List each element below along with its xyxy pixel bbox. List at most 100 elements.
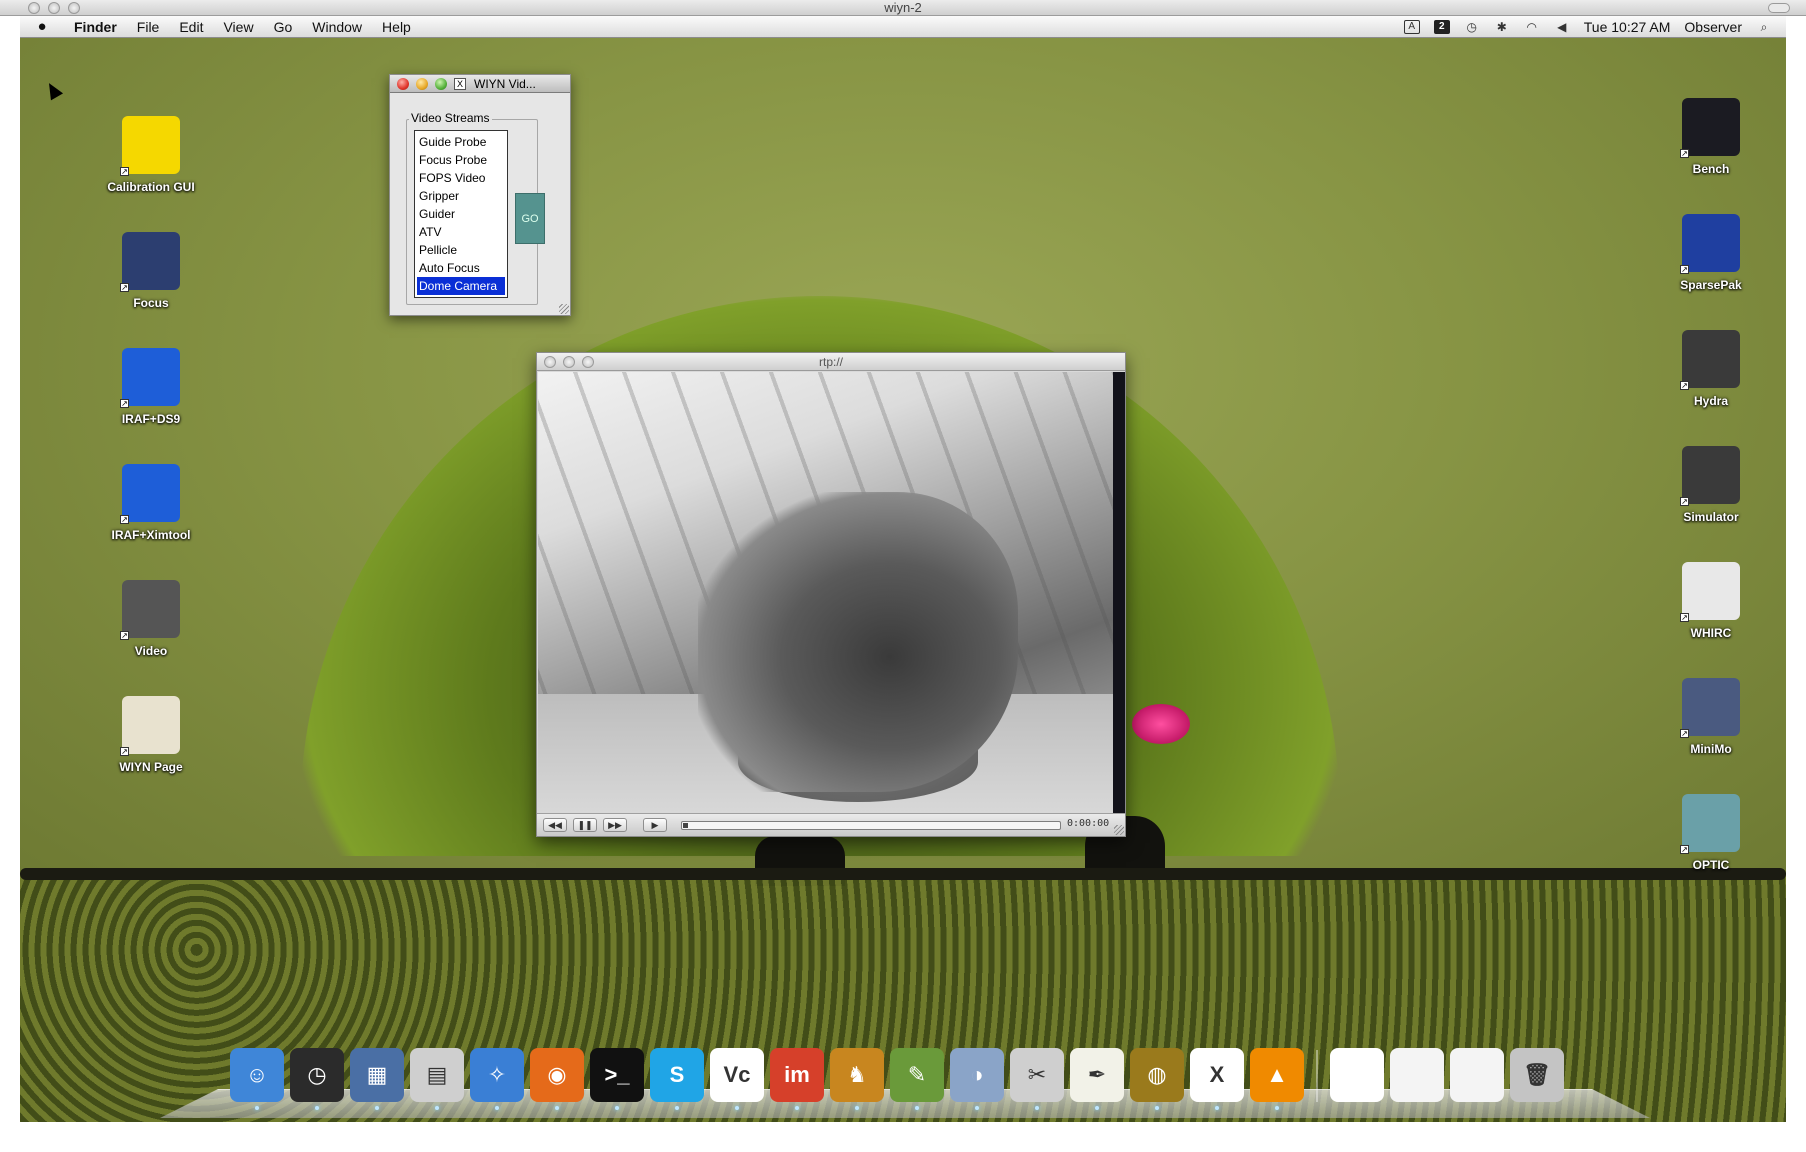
minimize-icon[interactable] <box>563 356 575 368</box>
menu-file[interactable]: File <box>127 16 170 38</box>
running-indicator <box>615 1106 619 1110</box>
instrument-icon: ↗ <box>1680 330 1740 390</box>
desktop-icon-label: Calibration GUI <box>107 180 195 194</box>
dock-separator <box>1316 1050 1318 1102</box>
desktop-icon-optic[interactable]: ↗ OPTIC <box>1651 794 1771 872</box>
go-button[interactable]: GO <box>515 193 545 244</box>
menu-window[interactable]: Window <box>302 16 372 38</box>
menu-view[interactable]: View <box>213 16 263 38</box>
alias-arrow-icon: ↗ <box>1680 497 1689 506</box>
running-indicator <box>855 1106 859 1110</box>
pencil-icon[interactable]: ✎ <box>890 1048 944 1110</box>
stream-option[interactable]: Gripper <box>417 187 505 205</box>
spaces-icon[interactable]: 2 <box>1433 19 1450 34</box>
zoom-icon[interactable] <box>435 78 447 90</box>
menu-user[interactable]: Observer <box>1684 19 1742 35</box>
resize-grip-icon[interactable] <box>559 304 569 314</box>
toolbar-toggle-button[interactable] <box>1768 3 1790 13</box>
time-machine-icon[interactable]: ◷ <box>1464 20 1480 34</box>
desktop-icon-label: IRAF+Ximtool <box>111 528 191 542</box>
alias-arrow-icon: ↗ <box>1680 729 1689 738</box>
cyberduck-icon[interactable]: ♞ <box>830 1048 884 1110</box>
video-window-titlebar[interactable]: X WIYN Vid... <box>390 75 570 93</box>
stream-option[interactable]: Dome Camera <box>417 277 505 295</box>
minimized-window-icon[interactable] <box>1330 1048 1384 1102</box>
desktop-icon-iraf-ximtool[interactable]: ↗ IRAF+Ximtool <box>91 464 211 542</box>
imagemagick-icon[interactable]: im <box>770 1048 824 1110</box>
apple-menu-icon[interactable]: ● <box>20 18 64 35</box>
firefox-icon[interactable]: ◉ <box>530 1048 584 1110</box>
desktop-icon-label: IRAF+DS9 <box>121 412 181 426</box>
x11-icon[interactable]: X <box>1190 1048 1244 1110</box>
menu-help[interactable]: Help <box>372 16 421 38</box>
safari-icon[interactable]: ✧ <box>470 1048 524 1110</box>
stream-option[interactable]: Pellicle <box>417 241 505 259</box>
stream-option[interactable]: Guider <box>417 205 505 223</box>
trash-icon[interactable]: 🗑 <box>1510 1048 1564 1102</box>
calculator-icon[interactable]: ▤ <box>410 1048 464 1110</box>
zoom-icon[interactable] <box>582 356 594 368</box>
desktop-icon-sparsepak[interactable]: ↗ SparsePak <box>1651 214 1771 292</box>
terminal-icon[interactable]: >_ <box>590 1048 644 1110</box>
desktop-icon-wiyn-page[interactable]: ↗ WIYN Page <box>91 696 211 774</box>
desktop-icon-simulator[interactable]: ↗ Simulator <box>1651 446 1771 524</box>
skype-icon[interactable]: S <box>650 1048 704 1110</box>
wifi-icon[interactable]: ◠ <box>1524 20 1540 34</box>
close-icon[interactable] <box>397 78 409 90</box>
spotlight-search-icon[interactable]: ⌕ <box>1756 20 1772 34</box>
radar-icon[interactable]: ◍ <box>1130 1048 1184 1110</box>
wallpaper-ground-line <box>20 868 1786 880</box>
desktop-icon-bench[interactable]: ↗ Bench <box>1651 98 1771 176</box>
volume-icon[interactable]: ◀ <box>1554 20 1570 34</box>
desktop-icon-whirc[interactable]: ↗ WHIRC <box>1651 562 1771 640</box>
play-icon[interactable]: ▶ <box>643 818 667 832</box>
close-icon[interactable] <box>544 356 556 368</box>
video-streams-listbox[interactable]: Guide Probe Focus Probe FOPS Video Gripper G… <box>414 130 508 298</box>
stream-option[interactable]: FOPS Video <box>417 169 505 187</box>
rewind-icon[interactable]: ◀◀ <box>543 818 567 832</box>
minimized-window-icon[interactable] <box>1390 1048 1444 1102</box>
resize-grip-icon[interactable] <box>1114 825 1124 835</box>
expose-icon[interactable]: ▦ <box>350 1048 404 1110</box>
vlc-icon[interactable]: ▲ <box>1250 1048 1304 1110</box>
dashboard-icon[interactable]: ◷ <box>290 1048 344 1110</box>
finder-icon[interactable]: ☺ <box>230 1048 284 1110</box>
fast-forward-icon[interactable]: ▶▶ <box>603 818 627 832</box>
vnc-icon[interactable]: Vc <box>710 1048 764 1110</box>
alias-arrow-icon: ↗ <box>120 283 129 292</box>
menu-app-name[interactable]: Finder <box>64 16 127 38</box>
stream-option[interactable]: Focus Probe <box>417 151 505 169</box>
minimize-icon[interactable] <box>416 78 428 90</box>
minimize-icon[interactable] <box>48 2 60 14</box>
desktop-icon-calibration-gui[interactable]: ↗ Calibration GUI <box>91 116 211 194</box>
bluetooth-icon[interactable]: ✱ <box>1494 20 1510 34</box>
preview-icon[interactable]: ◑ <box>950 1048 1004 1110</box>
desktop-icon-hydra[interactable]: ↗ Hydra <box>1651 330 1771 408</box>
input-menu-icon[interactable]: A <box>1403 19 1420 34</box>
menu-clock[interactable]: Tue 10:27 AM <box>1584 19 1671 35</box>
desktop-icon-focus[interactable]: ↗ Focus <box>91 232 211 310</box>
minimized-window-icon[interactable] <box>1450 1048 1504 1102</box>
playback-scrubber[interactable] <box>681 821 1061 830</box>
stream-option[interactable]: Guide Probe <box>417 133 505 151</box>
desktop-icon-minimo[interactable]: ↗ MiniMo <box>1651 678 1771 756</box>
zoom-icon[interactable] <box>68 2 80 14</box>
stream-option[interactable]: ATV <box>417 223 505 241</box>
desktop-icon-video[interactable]: ↗ Video <box>91 580 211 658</box>
textedit-icon[interactable]: ✒ <box>1070 1048 1124 1110</box>
player-titlebar[interactable]: rtp:// <box>537 353 1125 371</box>
stream-option[interactable]: Auto Focus <box>417 259 505 277</box>
desktop-icon-label: Hydra <box>1693 394 1728 408</box>
close-icon[interactable] <box>28 2 40 14</box>
iraf-icon: ↗ <box>120 348 180 408</box>
remote-desktop[interactable]: ● Finder File Edit View Go Window Help A… <box>20 16 1786 1122</box>
scissors-icon[interactable]: ✂ <box>1010 1048 1064 1110</box>
menu-go[interactable]: Go <box>264 16 303 38</box>
playback-knob[interactable] <box>683 823 688 828</box>
desktop-icon-iraf-ds9[interactable]: ↗ IRAF+DS9 <box>91 348 211 426</box>
alias-arrow-icon: ↗ <box>1680 613 1689 622</box>
menu-edit[interactable]: Edit <box>169 16 213 38</box>
host-window-buttons[interactable] <box>28 2 80 14</box>
host-window-titlebar: wiyn-2 <box>0 0 1806 16</box>
pause-icon[interactable]: ❚❚ <box>573 818 597 832</box>
